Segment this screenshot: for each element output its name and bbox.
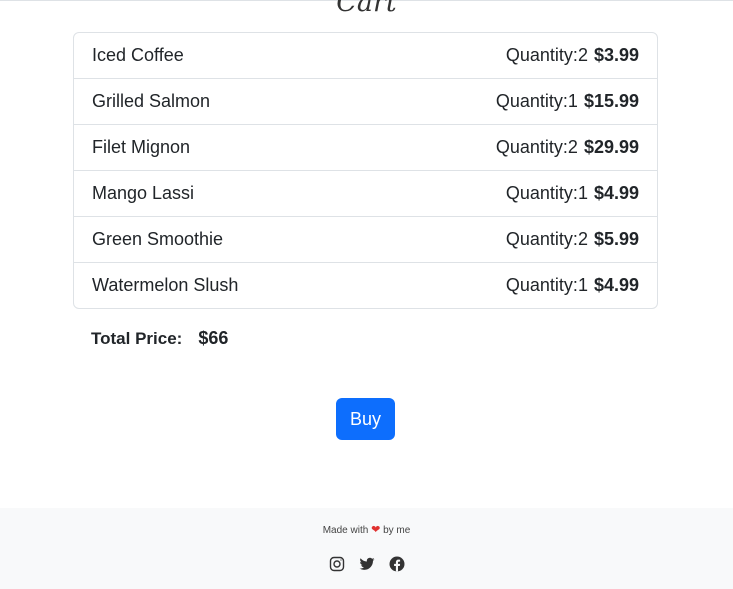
cart-item-details: Quantity: 1 $4.99 <box>506 275 639 296</box>
cart-item: Iced Coffee Quantity: 2 $3.99 <box>74 33 657 79</box>
quantity-value: 2 <box>567 137 578 157</box>
footer-credit: Made with ❤ by me <box>0 523 733 536</box>
cart-item-details: Quantity: 1 $15.99 <box>496 91 639 112</box>
cart-item-quantity: Quantity: 2 <box>506 229 588 250</box>
cart-item-details: Quantity: 2 $29.99 <box>496 137 639 158</box>
cart-item-name: Mango Lassi <box>92 183 195 203</box>
quantity-label: Quantity: <box>495 91 568 111</box>
quantity-value: 1 <box>577 183 588 203</box>
total-price: Total Price: $66 <box>91 328 228 349</box>
total-price-value: $66 <box>198 328 229 348</box>
quantity-label: Quantity: <box>505 229 578 249</box>
cart-item: Watermelon Slush Quantity: 1 $4.99 <box>74 263 657 308</box>
total-price-label: Total Price: <box>91 329 183 348</box>
cart-item-price: $29.99 <box>583 137 639 157</box>
quantity-label: Quantity: <box>505 183 578 203</box>
footer: Made with ❤ by me <box>0 508 733 589</box>
cart-item-quantity: Quantity: 2 <box>496 137 578 158</box>
heart-icon: ❤ <box>371 524 381 536</box>
by-text: by me <box>383 525 411 536</box>
cart-item: Mango Lassi Quantity: 1 $4.99 <box>74 171 657 217</box>
cart-item-details: Quantity: 2 $3.99 <box>506 45 639 66</box>
cart-item-name: Filet Mignon <box>92 137 191 157</box>
cart-item-quantity: Quantity: 1 <box>506 183 588 204</box>
cart-item-name: Iced Coffee <box>92 45 184 65</box>
cart-list: Iced Coffee Quantity: 2 $3.99 Grilled Sal… <box>73 32 658 309</box>
cart-item-price: $4.99 <box>593 183 639 203</box>
social-links <box>0 556 733 572</box>
cart-item-details: Quantity: 2 $5.99 <box>506 229 639 250</box>
cart-item-name: Watermelon Slush <box>92 275 239 295</box>
quantity-value: 1 <box>577 275 588 295</box>
buy-button[interactable]: Buy <box>336 398 395 440</box>
quantity-label: Quantity: <box>495 137 568 157</box>
cart-item-price: $15.99 <box>583 91 639 111</box>
cart-item-price: $4.99 <box>593 275 639 295</box>
cart-item-price: $3.99 <box>593 45 639 65</box>
cart-item-price: $5.99 <box>593 229 639 249</box>
cart-item-details: Quantity: 1 $4.99 <box>506 183 639 204</box>
page: Cart Iced Coffee Quantity: 2 $3.99 Grille… <box>0 0 733 589</box>
quantity-value: 2 <box>577 45 588 65</box>
page-title: Cart <box>336 0 397 18</box>
made-with-text: Made with <box>322 525 369 536</box>
cart-item-name: Grilled Salmon <box>92 91 211 111</box>
quantity-value: 1 <box>567 91 578 111</box>
quantity-value: 2 <box>577 229 588 249</box>
instagram-icon[interactable] <box>329 556 345 572</box>
cart-item-name: Green Smoothie <box>92 229 224 249</box>
cart-item: Green Smoothie Quantity: 2 $5.99 <box>74 217 657 263</box>
twitter-icon[interactable] <box>359 556 375 572</box>
cart-item: Grilled Salmon Quantity: 1 $15.99 <box>74 79 657 125</box>
quantity-label: Quantity: <box>505 45 578 65</box>
facebook-icon[interactable] <box>389 556 405 572</box>
cart-item-quantity: Quantity: 2 <box>506 45 588 66</box>
cart-item-quantity: Quantity: 1 <box>496 91 578 112</box>
quantity-label: Quantity: <box>505 275 578 295</box>
cart-item: Filet Mignon Quantity: 2 $29.99 <box>74 125 657 171</box>
cart-item-quantity: Quantity: 1 <box>506 275 588 296</box>
